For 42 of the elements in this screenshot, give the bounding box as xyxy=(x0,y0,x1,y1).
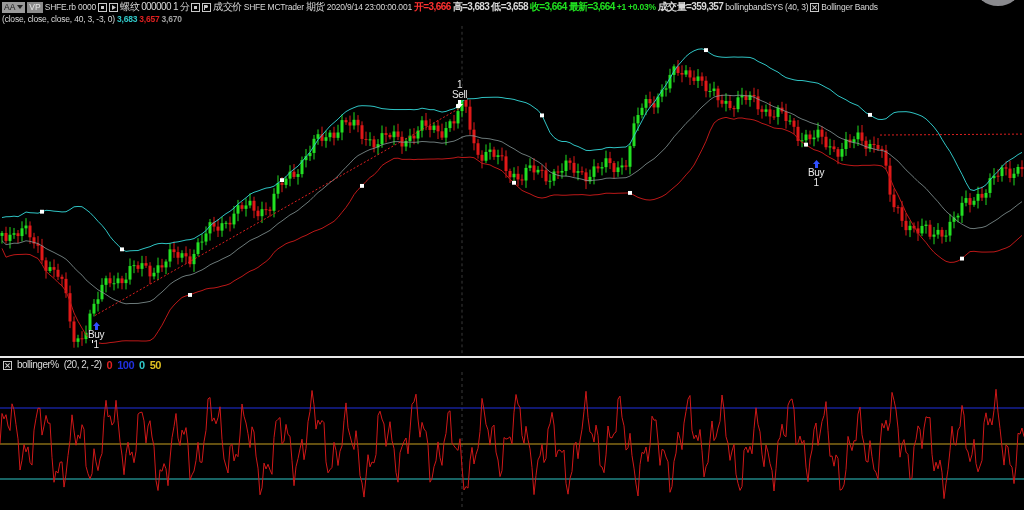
close-icon[interactable] xyxy=(810,2,820,12)
indicator-params: (close, close, close, 40, 3, -3, 0) xyxy=(2,13,115,25)
oscillator-value: 0 xyxy=(106,359,113,371)
exchange-label: SHFE xyxy=(243,1,266,13)
quote-value: 高=3,683 xyxy=(452,1,490,13)
font-size-button[interactable]: AA xyxy=(2,1,26,13)
symbol-label: SHFE.rb 0000 xyxy=(44,1,97,13)
interval-label: 1 分 xyxy=(172,1,190,13)
up-arrow-icon xyxy=(92,322,100,330)
quote-value: 成交量=359,357 xyxy=(657,1,724,13)
quote-value: 收=3,664 xyxy=(529,1,567,13)
signal-count: 1 xyxy=(93,340,99,350)
strategy-label: bollingbandSYS (40, 3) xyxy=(725,1,809,13)
close-icon[interactable] xyxy=(3,360,12,370)
quote-value: +0.03% xyxy=(628,1,656,13)
indicator-value: 3,657 xyxy=(139,13,160,25)
oscillator-value: 100 xyxy=(117,359,135,371)
up-arrow-icon xyxy=(812,160,820,168)
quote-value: 最新=3,664 xyxy=(568,1,615,13)
oscillator-value: 50 xyxy=(149,359,161,371)
quote-value: 开=3,666 xyxy=(413,1,451,13)
indicator-name: Bollinger Bands xyxy=(821,1,878,13)
oscillator-value: 0 xyxy=(139,359,145,371)
signal-label: Sell xyxy=(452,90,468,100)
play-icon[interactable] xyxy=(109,2,119,12)
oscillator-params: (20, 2, -2) xyxy=(63,359,102,371)
quote-value: 低=3,658 xyxy=(491,1,528,13)
date-label: 2020/9/14 xyxy=(326,1,363,13)
category-label: 期货 xyxy=(305,1,325,13)
down-arrow-icon xyxy=(456,100,464,108)
instrument-label: 螺纹 000000 xyxy=(120,1,171,13)
indicator-value: 3,670 xyxy=(161,13,182,25)
signal-count: 1 xyxy=(813,178,819,188)
time-label: 23:00:00.001 xyxy=(364,1,412,13)
signal-count: 1 xyxy=(456,80,463,90)
signal-label: Buy xyxy=(808,168,825,178)
oscillator-name: bollinger% xyxy=(17,359,59,371)
price-type-label: 成交价 xyxy=(213,1,242,13)
quote-value: +1 xyxy=(616,1,626,13)
data-source-label: MCTrader xyxy=(267,1,304,13)
indicator-value: 3,683 xyxy=(117,13,138,25)
signal-label: Buy xyxy=(88,330,105,340)
